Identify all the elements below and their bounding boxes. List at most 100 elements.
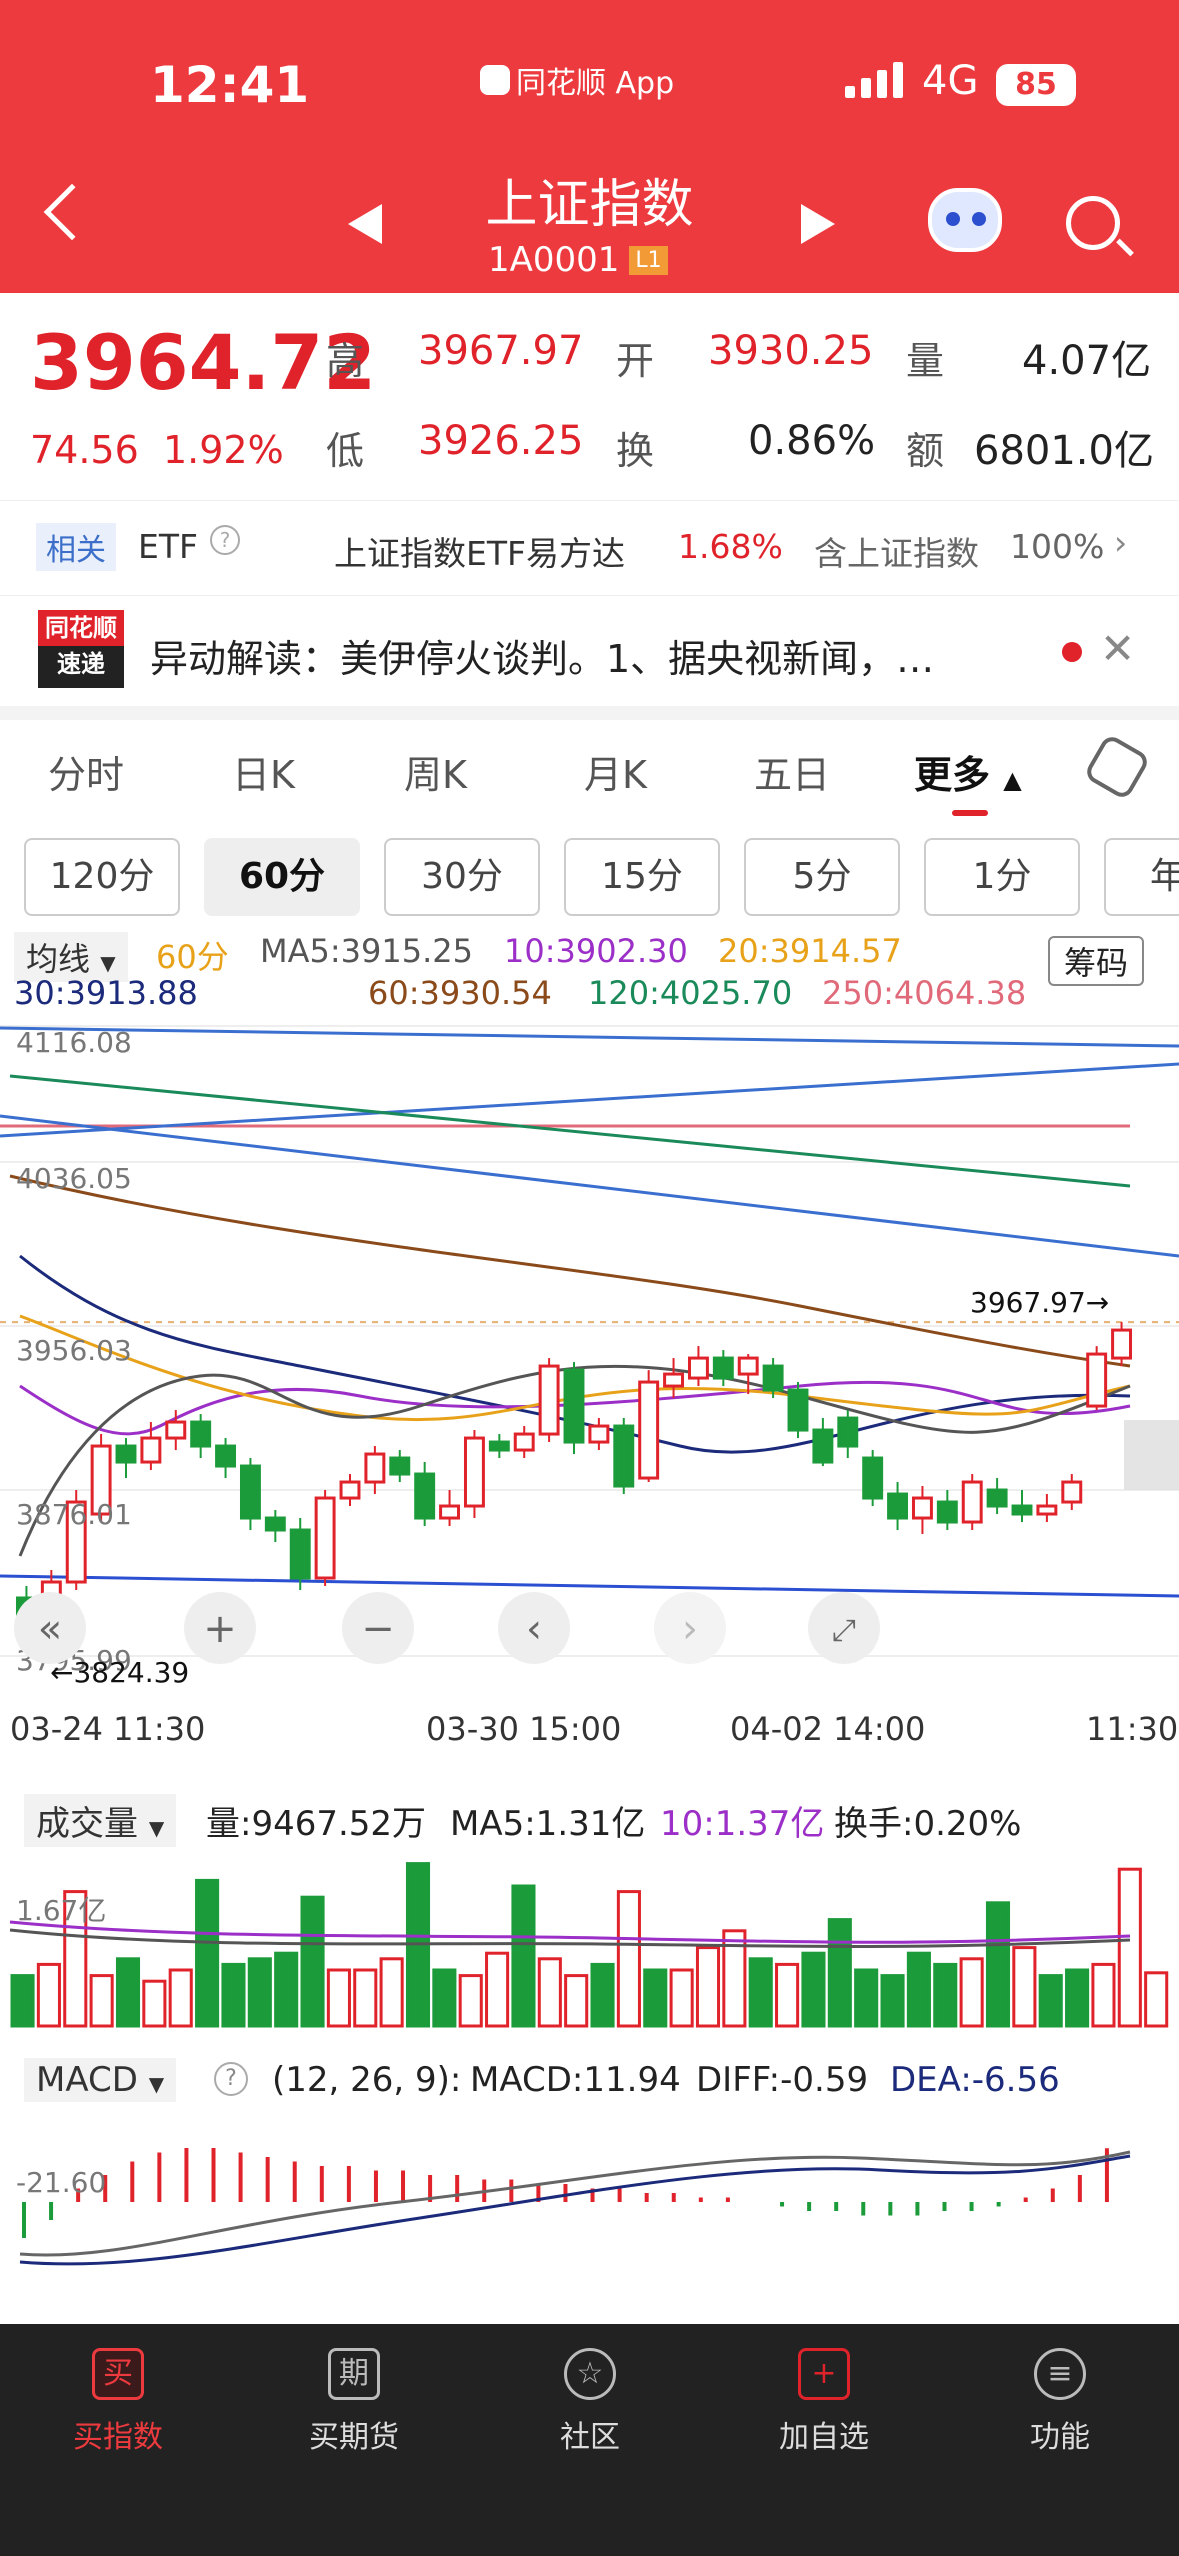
ma30-value: 30:3913.88 xyxy=(14,974,198,1012)
status-app-name: 同花顺 App xyxy=(480,58,674,102)
candle-body xyxy=(339,1480,361,1500)
tab-monthly-k[interactable]: 月K xyxy=(584,744,647,799)
help-icon[interactable]: ? xyxy=(214,2062,248,2096)
volume-bars xyxy=(9,1862,1169,2028)
candle-body xyxy=(264,1516,286,1532)
ma250-line xyxy=(0,1026,1179,1048)
low-marker: ←3824.39 xyxy=(50,1656,189,1689)
macd-dropdown[interactable]: MACD ▼ xyxy=(24,2058,177,2102)
ma60-value: 60:3930.54 xyxy=(368,974,552,1012)
high-value: 3967.97 xyxy=(418,328,584,374)
volume-label: 量 xyxy=(906,339,945,383)
ma60-line xyxy=(9,1174,1131,1368)
nav-community[interactable]: ☆ 社区 xyxy=(510,2348,670,2456)
app-screen: 12:41 同花顺 App 4G 85 上证指数 1A0001 L1 3964.7… xyxy=(0,0,1179,2556)
settings-icon[interactable] xyxy=(1082,732,1152,802)
period-15[interactable]: 15分 xyxy=(564,838,720,916)
candle-body xyxy=(787,1388,809,1432)
nav-add-watchlist[interactable]: + 加自选 xyxy=(744,2348,904,2456)
search-icon[interactable] xyxy=(1066,196,1120,250)
candles xyxy=(15,1322,1133,1622)
add-icon: + xyxy=(798,2348,850,2400)
volume-bar xyxy=(854,1968,879,2028)
top-header: 12:41 同花顺 App 4G 85 上证指数 1A0001 L1 xyxy=(0,0,1179,293)
next-stock-icon[interactable] xyxy=(801,204,835,244)
volume-bar xyxy=(10,1974,35,2028)
candle-body xyxy=(588,1424,610,1444)
tab-more[interactable]: 更多 ▲ xyxy=(914,744,1022,799)
help-icon[interactable]: ? xyxy=(210,525,240,555)
zoom-out-glyph: − xyxy=(361,1606,395,1652)
low-value: 3926.25 xyxy=(418,418,584,464)
volume-bar xyxy=(748,1957,773,2028)
time-axis: 03-24 11:30 03-30 15:00 04-02 14:00 11:3… xyxy=(0,1700,1179,1760)
candle-body xyxy=(1086,1352,1108,1408)
tab-five-day[interactable]: 五日 xyxy=(754,744,830,799)
period-30[interactable]: 30分 xyxy=(384,838,540,916)
volume-bar xyxy=(168,1968,193,2028)
candle-body xyxy=(140,1436,162,1464)
menu-icon: ≡ xyxy=(1034,2348,1086,2400)
candle-body xyxy=(414,1472,436,1520)
assistant-robot-icon[interactable] xyxy=(928,188,1002,252)
status-time: 12:41 xyxy=(150,56,310,114)
volume-bar xyxy=(643,1968,668,2028)
period-60[interactable]: 60分 xyxy=(204,838,360,916)
volume-bar xyxy=(142,1979,167,2028)
close-icon[interactable]: ✕ xyxy=(1100,624,1135,673)
volume-bar xyxy=(221,1962,246,2028)
candle-body xyxy=(190,1420,212,1448)
period-year[interactable]: 年 xyxy=(1104,838,1179,916)
volume-value: 量:9467.52万 xyxy=(206,1804,427,1844)
candle-body xyxy=(613,1424,635,1488)
candle-body xyxy=(488,1440,510,1452)
battery-icon: 85 xyxy=(996,64,1076,106)
nav-functions[interactable]: ≡ 功能 xyxy=(980,2348,1140,2456)
volume-bar xyxy=(379,1957,404,2028)
volume-bar xyxy=(36,1962,61,2028)
volume-turnover: 换手:0.20% xyxy=(834,1804,1022,1844)
signal-icon xyxy=(845,62,903,98)
volume-dropdown-label: 成交量 xyxy=(36,1804,138,1844)
candle-body xyxy=(663,1372,685,1388)
time-label: 03-30 15:00 xyxy=(426,1710,622,1748)
tab-more-label: 更多 xyxy=(914,753,991,797)
volume-bar xyxy=(1038,1974,1063,2028)
candle-body xyxy=(1011,1504,1033,1516)
app-name-text: 同花顺 App xyxy=(516,66,675,101)
period-5[interactable]: 5分 xyxy=(744,838,900,916)
kline-chart[interactable]: 4116.08 4036.05 3956.03 3876.01 3795.99 … xyxy=(0,1016,1179,1696)
candle-body xyxy=(165,1420,187,1440)
etf-holding-pct: 100% xyxy=(1010,527,1105,566)
related-etf-row[interactable]: 相关 ETF ? 上证指数ETF易方达 1.68% 含上证指数 100% › xyxy=(0,500,1179,596)
volume-bar xyxy=(326,1968,351,2028)
tab-weekly-k[interactable]: 周K xyxy=(404,744,467,799)
nav-buy-index[interactable]: 买买指数 xyxy=(38,2348,198,2456)
chip-button[interactable]: 筹码 xyxy=(1048,936,1145,986)
macd-chart: -21.60 xyxy=(16,2148,1131,2266)
volume-dropdown[interactable]: 成交量 ▼ xyxy=(24,1794,177,1847)
minute-period-row: 120分 60分 30分 15分 5分 1分 年 xyxy=(0,826,1179,926)
volume-bar xyxy=(274,1951,299,2028)
nav-buy-futures[interactable]: 期买期货 xyxy=(274,2348,434,2456)
scroll-left-glyph: ‹ xyxy=(526,1606,542,1652)
volume-bar xyxy=(906,1951,931,2028)
period-tabs: 分时 日K 周K 月K 五日 更多 ▲ xyxy=(0,722,1179,826)
volume-bar xyxy=(801,1951,826,2028)
candle-body xyxy=(538,1364,560,1436)
news-banner[interactable]: 同花顺 速递 异动解读：美伊停火谈判。1、据央视新闻，… ✕ xyxy=(0,598,1179,708)
y-axis-label: 4036.05 xyxy=(16,1162,132,1195)
level-badge: L1 xyxy=(629,245,668,275)
volume-bar xyxy=(959,1957,984,2028)
period-120[interactable]: 120分 xyxy=(24,838,180,916)
volume-bar xyxy=(511,1884,536,2028)
scroll-handle[interactable] xyxy=(1124,1420,1179,1490)
volume-bar xyxy=(1065,1968,1090,2028)
period-1[interactable]: 1分 xyxy=(924,838,1080,916)
tab-daily-k[interactable]: 日K xyxy=(232,744,295,799)
tab-intraday[interactable]: 分时 xyxy=(48,744,124,799)
volume-bar xyxy=(827,1918,852,2028)
ma250-value: 250:4064.38 xyxy=(822,974,1027,1012)
volume-bar xyxy=(775,1962,800,2028)
etf-fund-pct: 1.68% xyxy=(678,527,783,566)
